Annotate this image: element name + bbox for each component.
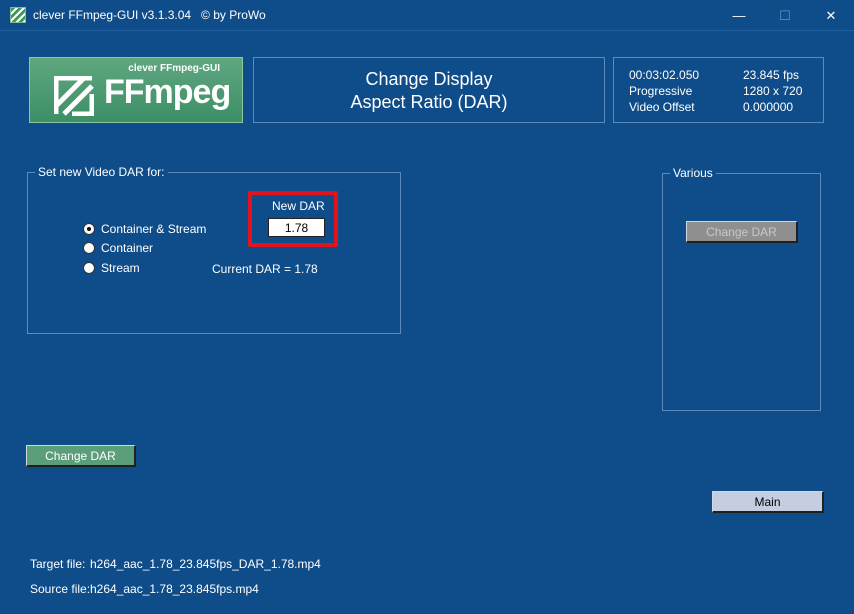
various-change-dar-button[interactable]: Change DAR: [686, 221, 798, 243]
radio-container-stream[interactable]: Container & Stream: [83, 221, 206, 237]
heading-line-2: Aspect Ratio (DAR): [350, 92, 508, 112]
radio-label: Stream: [101, 261, 140, 275]
close-button[interactable]: ✕: [808, 0, 854, 31]
duration-text: 00:03:02.050: [629, 68, 700, 82]
source-file-label: Source file:: [30, 582, 91, 596]
app-icon: [10, 7, 26, 23]
radio-button[interactable]: [83, 262, 95, 274]
title-bar: clever FFmpeg-GUI v3.1.3.04 © by ProWo —…: [0, 0, 854, 31]
window-title: clever FFmpeg-GUI v3.1.3.04 © by ProWo: [33, 8, 266, 22]
radio-container[interactable]: Container: [83, 240, 153, 256]
main-button[interactable]: Main: [712, 491, 824, 513]
radio-stream[interactable]: Stream: [83, 260, 140, 276]
source-file-value: h264_aac_1.78_23.845fps.mp4: [90, 582, 259, 596]
fps-text: 23.845 fps: [743, 68, 800, 82]
ffmpeg-mark-icon: [54, 76, 94, 116]
new-dar-input[interactable]: [268, 218, 325, 237]
heading-line-1: Change Display: [365, 69, 493, 89]
page-heading: Change Display Aspect Ratio (DAR): [253, 57, 605, 123]
maximize-button[interactable]: ☐: [762, 0, 808, 31]
resolution-text: 1280 x 720: [743, 84, 803, 98]
current-dar-text: Current DAR = 1.78: [212, 262, 318, 276]
various-group-legend: Various: [670, 166, 716, 180]
change-dar-button[interactable]: Change DAR: [26, 445, 136, 467]
scan-type-text: Progressive: [629, 84, 693, 98]
target-file-value: h264_aac_1.78_23.845fps_DAR_1.78.mp4: [90, 557, 321, 571]
video-offset-value: 0.000000: [743, 100, 794, 114]
video-info-panel: 00:03:02.050 23.845 fps Progressive 1280…: [613, 57, 824, 123]
radio-label: Container & Stream: [101, 222, 207, 236]
various-group: Various: [662, 166, 821, 411]
radio-button[interactable]: [83, 242, 95, 254]
dar-group-legend: Set new Video DAR for:: [35, 165, 168, 179]
radio-label: Container: [101, 241, 154, 255]
video-offset-label: Video Offset: [629, 100, 695, 114]
ffmpeg-logo: clever FFmpeg-GUI FFmpeg: [29, 57, 243, 123]
minimize-button[interactable]: —: [716, 0, 762, 31]
radio-button-checked[interactable]: [83, 223, 95, 235]
target-file-label: Target file:: [30, 557, 86, 571]
logo-text: FFmpeg: [104, 73, 231, 111]
new-dar-label: New DAR: [272, 199, 325, 213]
